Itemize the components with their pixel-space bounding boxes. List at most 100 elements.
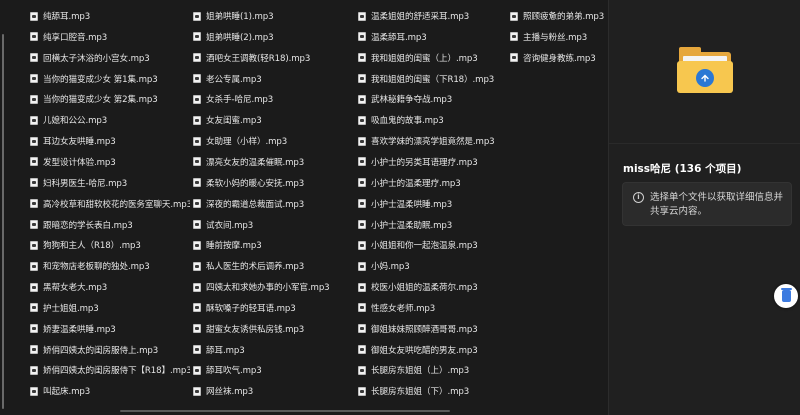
file-item[interactable]: 照顾疲惫的弟弟.mp3 <box>510 7 608 25</box>
file-item[interactable]: 护士姐姐.mp3 <box>30 299 190 317</box>
file-name: 叫起床.mp3 <box>43 387 91 398</box>
audio-file-icon <box>30 365 38 375</box>
file-item[interactable]: 回横太子沐浴的小宫女.mp3 <box>30 49 190 67</box>
file-item[interactable]: 小护士温柔助眠.mp3 <box>358 216 518 234</box>
file-item[interactable]: 温柔舔耳.mp3 <box>358 28 518 46</box>
file-item[interactable]: 小妈.mp3 <box>358 257 518 275</box>
file-item[interactable]: 女助理（小样）.mp3 <box>193 132 353 150</box>
file-name: 和宠物店老板聊的独处.mp3 <box>43 262 150 273</box>
file-item[interactable]: 耳边女友哄睡.mp3 <box>30 132 190 150</box>
file-item[interactable]: 御姐女友哄吃醋的男友.mp3 <box>358 341 518 359</box>
file-item[interactable]: 酒吧女王调教(轻R18).mp3 <box>193 49 353 67</box>
file-item[interactable]: 御姐妹妹照顾醉酒哥哥.mp3 <box>358 320 518 338</box>
file-item[interactable]: 柔软小妈的暖心安抚.mp3 <box>193 174 353 192</box>
file-name: 舔耳吹气.mp3 <box>206 366 262 377</box>
file-name: 四姨太和求她办事的小军官.mp3 <box>206 283 330 294</box>
file-item[interactable]: 和宠物店老板聊的独处.mp3 <box>30 257 190 275</box>
file-item[interactable]: 女杀手-哈尼.mp3 <box>193 90 353 108</box>
file-name: 黑帮女老大.mp3 <box>43 283 108 294</box>
file-item[interactable]: 漂亮女友的温柔催眠.mp3 <box>193 153 353 171</box>
file-item[interactable]: 试衣间.mp3 <box>193 216 353 234</box>
file-item[interactable]: 舔耳.mp3 <box>193 341 353 359</box>
file-item[interactable]: 女友闺蜜.mp3 <box>193 111 353 129</box>
file-name: 小护士的另类耳语理疗.mp3 <box>371 157 478 168</box>
file-item[interactable]: 当你的猫变成少女 第2集.mp3 <box>30 90 190 108</box>
audio-file-icon <box>193 136 201 146</box>
file-item[interactable]: 跟暗恋的学长表白.mp3 <box>30 216 190 234</box>
audio-file-icon <box>193 11 201 21</box>
file-item[interactable]: 武林秘籍争夺战.mp3 <box>358 90 518 108</box>
file-item[interactable]: 吸血鬼的故事.mp3 <box>358 111 518 129</box>
file-name: 温柔舔耳.mp3 <box>371 32 427 43</box>
preview-area <box>609 0 800 143</box>
file-item[interactable]: 狗狗和主人（R18）.mp3 <box>30 236 190 254</box>
file-item[interactable]: 小护士的另类耳语理疗.mp3 <box>358 153 518 171</box>
horizontal-scrollbar-thumb[interactable] <box>120 410 450 412</box>
file-item[interactable]: 儿媳和公公.mp3 <box>30 111 190 129</box>
audio-file-icon <box>193 345 201 355</box>
file-name: 长腿房东姐姐（下）.mp3 <box>371 387 470 398</box>
left-scrollbar-thumb[interactable] <box>2 34 4 409</box>
file-item[interactable]: 校医小姐姐的温柔荷尔.mp3 <box>358 278 518 296</box>
file-item[interactable]: 私人医生的术后调养.mp3 <box>193 257 353 275</box>
file-item[interactable]: 姐弟哄睡(2).mp3 <box>193 28 353 46</box>
audio-file-icon <box>358 74 366 84</box>
file-name: 当你的猫变成少女 第2集.mp3 <box>43 95 158 106</box>
file-name: 女助理（小样）.mp3 <box>206 137 288 148</box>
folder-title: miss哈尼 (136 个项目) <box>623 163 742 175</box>
file-name: 小妈.mp3 <box>371 262 410 273</box>
file-item[interactable]: 主播与粉丝.mp3 <box>510 28 608 46</box>
file-item[interactable]: 姐弟哄睡(1).mp3 <box>193 7 353 25</box>
audio-file-icon <box>30 386 38 396</box>
file-item[interactable]: 喜欢学妹的漂亮学姐竟然是.mp3 <box>358 132 518 150</box>
file-item[interactable]: 舔耳吹气.mp3 <box>193 361 353 379</box>
file-item[interactable]: 小姐姐和你一起泡温泉.mp3 <box>358 236 518 254</box>
file-name: 校医小姐姐的温柔荷尔.mp3 <box>371 283 478 294</box>
audio-file-icon <box>193 261 201 271</box>
file-item[interactable]: 妇科男医生-哈尼.mp3 <box>30 174 190 192</box>
file-item[interactable]: 我和姐姐的闺蜜（下R18）.mp3 <box>358 70 518 88</box>
audio-file-icon <box>30 157 38 167</box>
file-item[interactable]: 四姨太和求她办事的小军官.mp3 <box>193 278 353 296</box>
audio-file-icon <box>193 282 201 292</box>
file-item[interactable]: 娇俏四姨太的闺房服侍上.mp3 <box>30 341 190 359</box>
file-item[interactable]: 高冷校草和甜软校花的医务室聊天.mp3 <box>30 195 190 213</box>
file-item[interactable]: 黑帮女老大.mp3 <box>30 278 190 296</box>
file-item[interactable]: 长腿房东姐姐（下）.mp3 <box>358 382 518 400</box>
file-item[interactable]: 网丝袜.mp3 <box>193 382 353 400</box>
file-item[interactable]: 当你的猫变成少女 第1集.mp3 <box>30 70 190 88</box>
file-item[interactable]: 小护士温柔哄睡.mp3 <box>358 195 518 213</box>
file-item[interactable]: 老公专属.mp3 <box>193 70 353 88</box>
file-item[interactable]: 咨询健身教练.mp3 <box>510 49 608 67</box>
file-item[interactable]: 睡前按摩.mp3 <box>193 236 353 254</box>
file-item[interactable]: 酥软嗓子的轻耳语.mp3 <box>193 299 353 317</box>
file-name: 酥软嗓子的轻耳语.mp3 <box>206 303 296 314</box>
left-scrollbar[interactable] <box>0 0 8 415</box>
file-item[interactable]: 小护士的温柔理疗.mp3 <box>358 174 518 192</box>
file-name: 喜欢学妹的漂亮学姐竟然是.mp3 <box>371 137 495 148</box>
file-name: 妇科男医生-哈尼.mp3 <box>43 178 128 189</box>
floating-recycle-bin-button[interactable] <box>774 284 798 308</box>
file-item[interactable]: 长腿房东姐姐（上）.mp3 <box>358 361 518 379</box>
file-item[interactable]: 纯舔耳.mp3 <box>30 7 190 25</box>
file-name: 回横太子沐浴的小宫女.mp3 <box>43 53 150 64</box>
file-name: 当你的猫变成少女 第1集.mp3 <box>43 74 158 85</box>
file-item[interactable]: 性感女老师.mp3 <box>358 299 518 317</box>
file-name: 网丝袜.mp3 <box>206 387 254 398</box>
file-item[interactable]: 温柔姐姐的舒适采耳.mp3 <box>358 7 518 25</box>
file-name: 纯舔耳.mp3 <box>43 12 91 22</box>
file-item[interactable]: 纯享口腔音.mp3 <box>30 28 190 46</box>
audio-file-icon <box>193 157 201 167</box>
file-item[interactable]: 娇俏四姨太的闺房服侍下【R18】.mp3 <box>30 361 190 379</box>
file-item[interactable]: 深夜的霸道总裁面试.mp3 <box>193 195 353 213</box>
file-item[interactable]: 甜蜜女友诱供私房钱.mp3 <box>193 320 353 338</box>
file-item[interactable]: 我和姐姐的闺蜜（上）.mp3 <box>358 49 518 67</box>
file-item[interactable]: 娇妻温柔哄睡.mp3 <box>30 320 190 338</box>
file-item[interactable]: 发型设计体验.mp3 <box>30 153 190 171</box>
folder-icon <box>677 47 733 93</box>
file-item[interactable]: 叫起床.mp3 <box>30 382 190 400</box>
audio-file-icon <box>358 136 366 146</box>
file-name: 性感女老师.mp3 <box>371 303 436 314</box>
file-list: 纯舔耳.mp3 纯享口腔音.mp3 回横太子沐浴的小宫女.mp3 当你的猫变成少女 第… <box>8 0 608 415</box>
file-name: 我和姐姐的闺蜜（下R18）.mp3 <box>371 74 495 85</box>
